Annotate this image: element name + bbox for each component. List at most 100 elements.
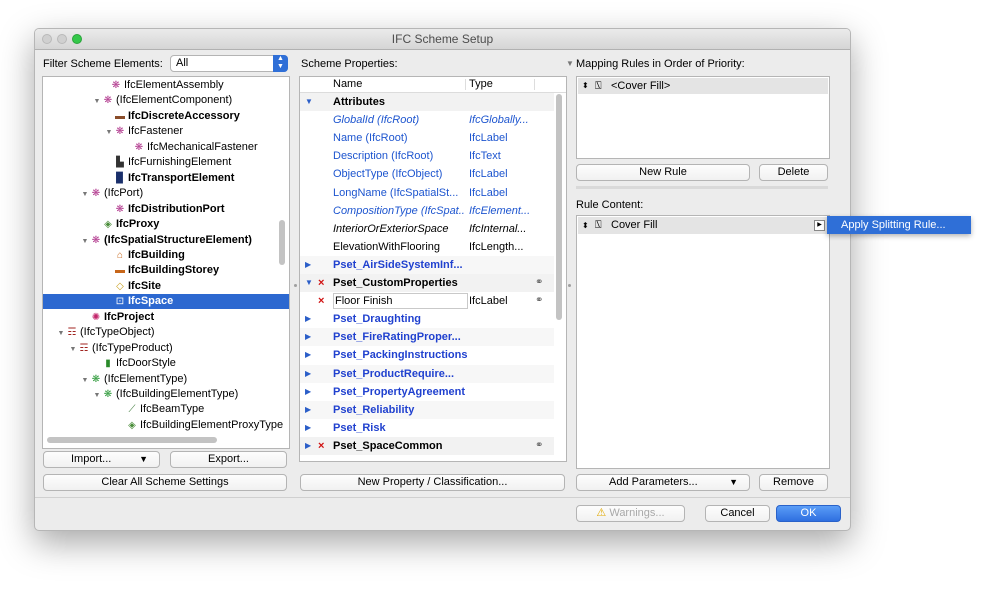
property-row[interactable]: GlobalId (IfcRoot) IfcGlobally... xyxy=(300,111,554,129)
tree-item[interactable]: ▼ ❋ (IfcElementType) xyxy=(43,372,289,387)
collapsed-triangle-icon[interactable]: ▶ xyxy=(305,419,311,437)
splitter-handle[interactable] xyxy=(568,284,571,287)
collapsed-triangle-icon[interactable]: ▶ xyxy=(305,346,311,364)
clear-all-scheme-settings-button[interactable]: Clear All Scheme Settings xyxy=(43,474,287,491)
tree-item[interactable]: ⟋ IfcBeamType xyxy=(43,402,289,417)
collapsed-triangle-icon[interactable]: ▶ xyxy=(305,401,311,419)
new-rule-button[interactable]: New Rule xyxy=(576,164,750,181)
import-button[interactable]: Import... ▼ xyxy=(43,451,160,468)
add-parameters-button[interactable]: Add Parameters... ▼ xyxy=(576,474,750,491)
link-chain-icon: ⚭ xyxy=(535,439,544,451)
disclosure-triangle-icon[interactable]: ▼ xyxy=(92,388,102,403)
delete-button[interactable]: Delete xyxy=(759,164,828,181)
property-row[interactable]: LongName (IfcSpatialSt... IfcLabel xyxy=(300,184,554,202)
accessory-icon: ▬ xyxy=(115,110,125,122)
collapsed-triangle-icon[interactable]: ▶ xyxy=(305,383,311,401)
property-row[interactable]: ▶ Pset_PropertyAgreement xyxy=(300,383,554,401)
tree-horizontal-scrollbar[interactable] xyxy=(47,437,217,443)
tree-item[interactable]: ▼ ❋ IfcFastener xyxy=(43,124,289,139)
disclosure-triangle-icon[interactable]: ▼ xyxy=(92,94,102,109)
tree-vertical-scrollbar[interactable] xyxy=(279,220,285,265)
collapsed-triangle-icon[interactable]: ▶ xyxy=(305,310,311,328)
disclosure-triangle-icon[interactable]: ▼ xyxy=(80,187,90,202)
property-row[interactable]: ▶ Pset_Reliability xyxy=(300,400,554,419)
tree-item[interactable]: ❋ IfcElementAssembly xyxy=(43,78,289,93)
disclosure-triangle-icon[interactable]: ▼ xyxy=(80,373,90,388)
tree-item[interactable]: ⊡ IfcSpace xyxy=(43,294,289,310)
disclosure-triangle-icon[interactable]: ▼ xyxy=(104,125,114,140)
tree-item[interactable]: ▼ ❋ (IfcElementComponent) xyxy=(43,93,289,108)
tree-item[interactable]: ▬ IfcDiscreteAccessory xyxy=(43,109,289,124)
property-row[interactable]: ElevationWithFlooring IfcLength... xyxy=(300,238,554,256)
tree-item[interactable]: ▬ IfcBuildingStorey xyxy=(43,263,289,278)
warnings-button[interactable]: ⚠ Warnings... xyxy=(576,505,685,522)
tree-item[interactable]: ▼ ☶ (IfcTypeProduct) xyxy=(43,341,289,356)
tree-item[interactable]: ❋ IfcDistributionPort xyxy=(43,202,289,217)
collapsed-triangle-icon[interactable]: ▶ xyxy=(305,328,311,346)
mapping-rules-list[interactable]: ⬍ ⍂ <Cover Fill> xyxy=(576,76,830,159)
new-property-classification-button[interactable]: New Property / Classification... xyxy=(300,474,565,491)
property-row[interactable]: ObjectType (IfcObject) IfcLabel xyxy=(300,165,554,183)
property-type: IfcGlobally... xyxy=(469,114,529,127)
ok-button[interactable]: OK xyxy=(776,505,841,522)
property-type: IfcText xyxy=(469,150,501,163)
property-row[interactable]: ▶ Pset_ProductRequire... xyxy=(300,364,554,383)
collapsed-triangle-icon[interactable]: ▶ xyxy=(305,437,311,455)
property-row[interactable]: ▶ Pset_AirSideSystemInf... xyxy=(300,255,554,274)
disclosure-triangle-icon[interactable]: ▼ xyxy=(56,326,66,341)
property-row[interactable]: CompositionType (IfcSpat... IfcElement... xyxy=(300,202,554,220)
tree-item[interactable]: ▮ IfcDoorStyle xyxy=(43,356,289,371)
collapse-triangle-icon[interactable]: ▼ xyxy=(566,59,574,68)
horizontal-splitter[interactable] xyxy=(576,186,828,189)
remove-x-icon[interactable]: × xyxy=(318,437,324,455)
property-row[interactable]: ▶ Pset_Risk xyxy=(300,419,554,437)
apply-splitting-rule-menu-item[interactable]: Apply Splitting Rule... xyxy=(827,216,971,234)
filter-select[interactable]: All ▲ ▼ xyxy=(170,55,288,72)
property-row[interactable]: Description (IfcRoot) IfcText xyxy=(300,147,554,165)
tree-item-label: (IfcPort) xyxy=(104,187,144,200)
tree-item[interactable]: ▼ ❋ (IfcSpatialStructureElement) xyxy=(43,233,289,248)
property-row[interactable]: ▼ Attributes xyxy=(300,93,554,111)
column-header-name[interactable]: Name xyxy=(333,78,362,90)
property-row[interactable]: InteriorOrExteriorSpace IfcInternal... xyxy=(300,220,554,238)
collapsed-triangle-icon[interactable]: ▶ xyxy=(305,256,311,274)
disclosure-triangle-icon[interactable]: ▼ xyxy=(68,342,78,357)
tree-item[interactable]: ⌂ IfcBuilding xyxy=(43,248,289,263)
property-row[interactable]: ▶ × Pset_SpaceCommon ⚭ xyxy=(300,436,554,455)
scheme-properties-table[interactable]: Name Type ▼ Attributes GlobalId (IfcRoot) I… xyxy=(299,76,567,462)
remove-button[interactable]: Remove xyxy=(759,474,828,491)
tree-item[interactable]: ▼ ☶ (IfcTypeObject) xyxy=(43,325,289,340)
splitter-handle[interactable] xyxy=(294,284,297,287)
rule-content-row[interactable]: ⬍ ⍂ Cover Fill ▶ xyxy=(578,217,828,234)
rule-content-list[interactable]: ⬍ ⍂ Cover Fill ▶ xyxy=(576,215,830,469)
export-button[interactable]: Export... xyxy=(170,451,287,468)
tree-item[interactable]: ▙ IfcFurnishingElement xyxy=(43,155,289,170)
remove-x-icon[interactable]: × xyxy=(318,274,324,292)
column-header-type[interactable]: Type xyxy=(469,78,493,90)
dropdown-arrow-icon: ▼ xyxy=(139,454,148,464)
tree-item[interactable]: ▼ ❋ (IfcBuildingElementType) xyxy=(43,387,289,402)
tree-item[interactable]: ▼ ❋ (IfcPort) xyxy=(43,186,289,201)
tree-item[interactable]: ◇ IfcSite xyxy=(43,279,289,294)
property-row[interactable]: ▶ Pset_PackingInstructions xyxy=(300,346,554,364)
property-row[interactable]: ▶ Pset_FireRatingProper... xyxy=(300,328,554,347)
remove-x-icon[interactable]: × xyxy=(318,292,324,310)
tree-item[interactable]: ◈ IfcProxy xyxy=(43,217,289,232)
properties-scrollbar[interactable] xyxy=(556,94,562,320)
submenu-arrow-button[interactable]: ▶ xyxy=(814,220,825,231)
collapsed-triangle-icon[interactable]: ▶ xyxy=(305,365,311,383)
tree-item[interactable]: ❋ IfcMechanicalFastener xyxy=(43,140,289,155)
property-row[interactable]: ▶ Pset_Draughting xyxy=(300,310,554,328)
tree-item[interactable]: ▉ IfcTransportElement xyxy=(43,171,289,186)
scheme-elements-tree[interactable]: ❋ IfcElementAssembly ▼ ❋ (IfcElementComponen… xyxy=(42,76,290,449)
tree-item[interactable]: ◈ IfcBuildingElementProxyType xyxy=(43,418,289,433)
cancel-button[interactable]: Cancel xyxy=(705,505,770,522)
property-row[interactable]: ▼ × Pset_CustomProperties ⚭ xyxy=(300,274,554,292)
disclosure-triangle-icon[interactable]: ▼ xyxy=(80,234,90,249)
property-row[interactable]: × Floor Finish IfcLabel ⚭ xyxy=(300,292,554,310)
expanded-triangle-icon[interactable]: ▼ xyxy=(305,93,313,111)
property-row[interactable]: Name (IfcRoot) IfcLabel xyxy=(300,129,554,147)
mapping-rule-row[interactable]: ⬍ ⍂ <Cover Fill> xyxy=(578,78,828,94)
expanded-triangle-icon[interactable]: ▼ xyxy=(305,274,313,292)
tree-item[interactable]: ✺ IfcProject xyxy=(43,310,289,325)
